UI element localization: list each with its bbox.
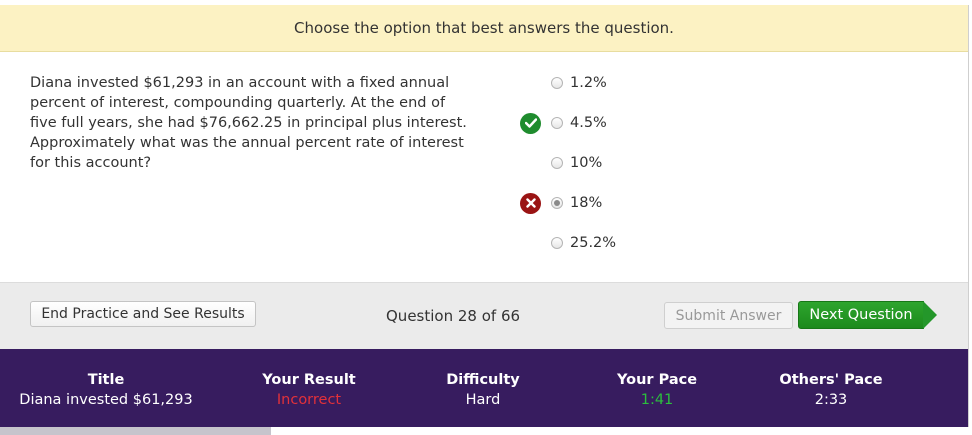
- question-text: Diana invested $61,293 in an account wit…: [30, 75, 467, 171]
- stat-value: 2:33: [814, 392, 848, 408]
- progress-fill: [0, 427, 271, 435]
- choice-4[interactable]: 18%: [520, 191, 660, 215]
- choice-label: 4.5%: [570, 115, 607, 131]
- question-panel: Choose the option that best answers the …: [0, 5, 969, 427]
- stat-heading: Your Result: [262, 372, 356, 388]
- check-icon: [520, 112, 541, 134]
- question-counter: Question 28 of 66: [386, 307, 521, 325]
- stat-value: Incorrect: [276, 392, 342, 408]
- stat-heading: Difficulty: [446, 372, 520, 388]
- radio-button[interactable]: [551, 77, 563, 89]
- radio-button[interactable]: [551, 117, 563, 129]
- end-practice-button[interactable]: End Practice and See Results: [30, 301, 256, 327]
- stat-value: Diana invested $61,293: [19, 392, 193, 408]
- radio-button[interactable]: [551, 157, 563, 169]
- choice-3[interactable]: 10%: [520, 151, 660, 175]
- stat-heading: Your Pace: [616, 372, 698, 388]
- stat-heading: Others' Pace: [779, 372, 883, 388]
- stat-title: Title Diana invested $61,293: [0, 370, 212, 410]
- blank-mark: [520, 153, 541, 174]
- choice-label: 25.2%: [570, 235, 617, 251]
- stat-others-pace: Others' Pace 2:33: [756, 370, 906, 410]
- instruction-banner: Choose the option that best answers the …: [0, 5, 968, 52]
- choice-label: 1.2%: [570, 75, 607, 91]
- radio-button[interactable]: [551, 237, 563, 249]
- choice-label: 10%: [570, 155, 603, 171]
- stat-value: Hard: [465, 392, 501, 408]
- x-icon: [520, 192, 541, 214]
- choice-1[interactable]: 1.2%: [520, 71, 660, 95]
- choice-2[interactable]: 4.5%: [520, 111, 660, 135]
- stat-difficulty: Difficulty Hard: [412, 370, 554, 410]
- submit-answer-button[interactable]: Submit Answer: [664, 302, 793, 329]
- next-arrow-icon[interactable]: [923, 301, 937, 329]
- stat-result: Your Result Incorrect: [228, 370, 390, 410]
- stats-bar: Title Diana invested $61,293 Your Result…: [0, 349, 968, 427]
- blank-mark: [520, 233, 541, 254]
- stat-heading: Title: [87, 372, 125, 388]
- next-question-button[interactable]: Next Question: [798, 301, 924, 329]
- blank-mark: [520, 73, 541, 94]
- progress-bar: [0, 427, 972, 435]
- stat-value: 1:41: [640, 392, 674, 408]
- choice-label: 18%: [570, 195, 603, 211]
- action-toolbar: End Practice and See Results Question 28…: [0, 282, 968, 350]
- instruction-text: Choose the option that best answers the …: [294, 19, 674, 37]
- radio-button-selected[interactable]: [551, 197, 563, 209]
- choice-5[interactable]: 25.2%: [520, 231, 660, 255]
- stat-your-pace: Your Pace 1:41: [586, 370, 728, 410]
